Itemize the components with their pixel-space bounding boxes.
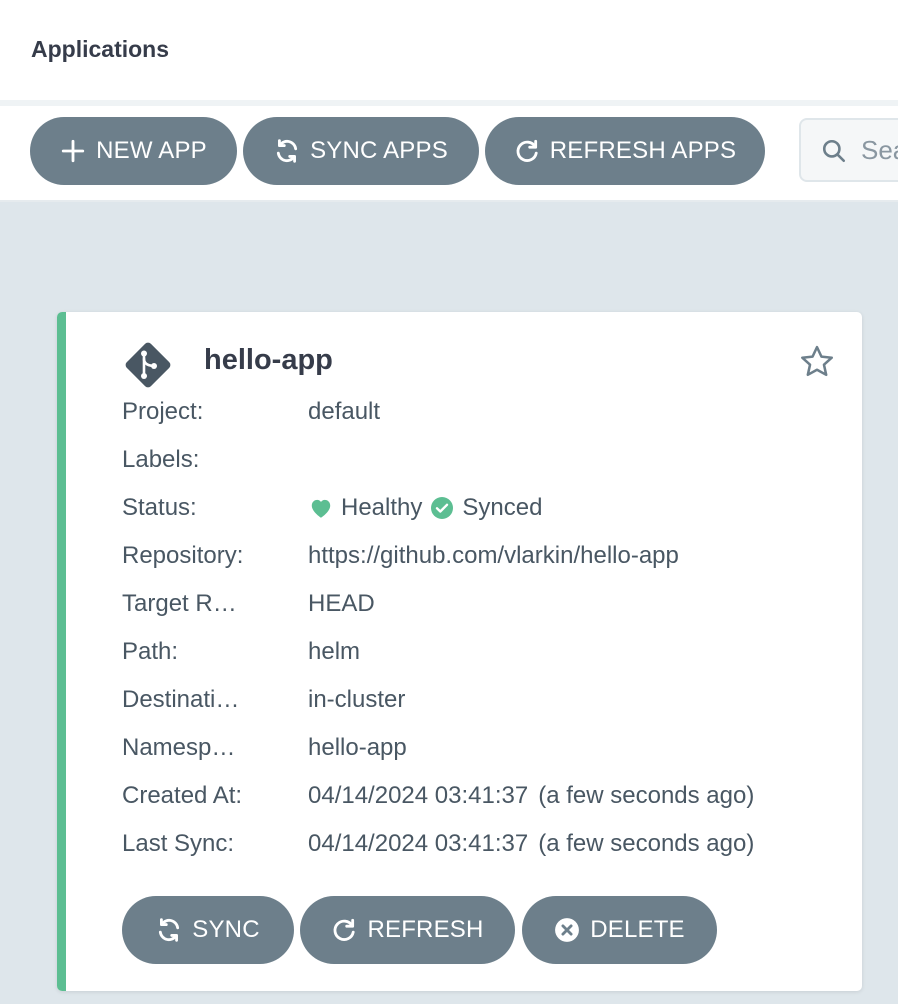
last-sync-label: Last Sync: xyxy=(122,830,235,857)
target-revision-row: Target Revision: HEAD xyxy=(122,590,842,622)
created-at-value: 04/14/2024 03:41:37 (a few seconds ago) xyxy=(308,782,754,810)
project-label: Project: xyxy=(122,398,204,425)
created-at-row: Created At: 04/14/2024 03:41:37 (a few se… xyxy=(122,782,842,814)
star-icon[interactable] xyxy=(798,343,836,381)
namespace-value: hello-app xyxy=(308,734,407,761)
namespace-label: Namespace: xyxy=(122,734,246,761)
sync-apps-label: SYNC APPS xyxy=(310,137,448,164)
sync-icon xyxy=(156,917,182,943)
delete-button[interactable]: DELETE xyxy=(522,896,717,964)
path-value: helm xyxy=(308,638,361,665)
status-row: Status: Healthy Synced xyxy=(122,494,842,526)
project-row: Project: default xyxy=(122,398,842,430)
last-sync-value: 04/14/2024 03:41:37 (a few seconds ago) xyxy=(308,830,754,858)
target-revision-value: HEAD xyxy=(308,590,375,617)
refresh-label: REFRESH xyxy=(367,916,484,943)
destination-label: Destination: xyxy=(122,686,246,713)
plus-icon xyxy=(60,138,86,164)
health-accent-bar xyxy=(57,312,66,991)
sync-button[interactable]: SYNC xyxy=(122,896,294,964)
heart-icon xyxy=(311,499,331,518)
labels-label: Labels: xyxy=(122,446,200,473)
search-icon xyxy=(821,138,847,164)
search-box[interactable] xyxy=(799,118,898,182)
new-app-button[interactable]: NEW APP xyxy=(30,117,237,185)
sync-apps-button[interactable]: SYNC APPS xyxy=(243,117,479,185)
sync-icon xyxy=(274,138,300,164)
destination-row: Destination: in-cluster xyxy=(122,686,842,718)
project-value: default xyxy=(308,398,381,425)
created-at-timestamp: 04/14/2024 03:41:37 xyxy=(308,782,529,809)
created-at-relative: (a few seconds ago) xyxy=(538,782,755,809)
git-icon xyxy=(125,342,171,388)
created-at-label: Created At: xyxy=(122,782,243,809)
status-value: Healthy Synced xyxy=(308,494,542,522)
search-input[interactable] xyxy=(861,130,898,170)
status-label: Status: xyxy=(122,494,197,521)
new-app-label: NEW APP xyxy=(96,137,207,164)
target-revision-label: Target Revision: xyxy=(122,590,246,617)
check-circle-icon xyxy=(431,497,454,519)
top-bar: Applications xyxy=(0,0,898,100)
last-sync-timestamp: 04/14/2024 03:41:37 xyxy=(308,830,529,857)
last-sync-relative: (a few seconds ago) xyxy=(538,830,755,857)
refresh-button[interactable]: REFRESH xyxy=(300,896,515,964)
refresh-icon xyxy=(514,138,540,164)
repository-label: Repository: xyxy=(122,542,244,569)
sync-status: Synced xyxy=(462,494,543,521)
application-card[interactable]: hello-app Project: default Labels: Statu… xyxy=(57,312,862,991)
refresh-apps-label: REFRESH APPS xyxy=(549,137,737,164)
app-name[interactable]: hello-app xyxy=(204,344,333,377)
times-circle-icon xyxy=(554,917,580,943)
labels-row: Labels: xyxy=(122,446,842,478)
path-label: Path: xyxy=(122,638,179,665)
path-row: Path: helm xyxy=(122,638,842,670)
page-title: Applications xyxy=(31,36,170,62)
destination-value: in-cluster xyxy=(308,686,406,713)
health-status: Healthy xyxy=(341,494,423,521)
last-sync-row: Last Sync: 04/14/2024 03:41:37 (a few sec… xyxy=(122,830,842,862)
repository-row: Repository: https://github.com/vlarkin/h… xyxy=(122,542,842,574)
sync-label: SYNC xyxy=(192,916,260,943)
refresh-apps-button[interactable]: REFRESH APPS xyxy=(485,117,765,185)
toolbar-divider xyxy=(0,200,898,202)
refresh-icon xyxy=(331,917,357,943)
repository-value[interactable]: https://github.com/vlarkin/hello-app xyxy=(308,542,679,570)
namespace-row: Namespace: hello-app xyxy=(122,734,842,766)
delete-label: DELETE xyxy=(590,916,685,943)
